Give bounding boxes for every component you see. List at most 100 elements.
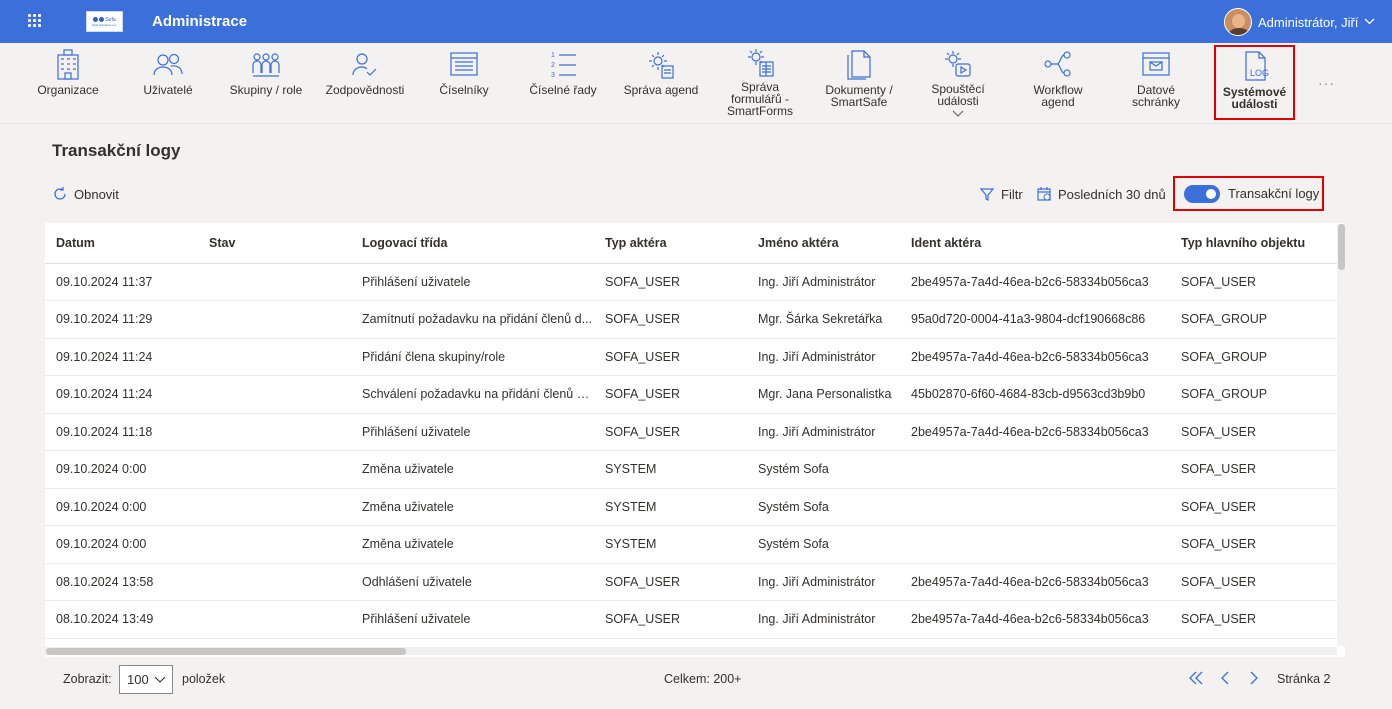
table-cell: SOFA_USER [1170,600,1345,639]
table-cell [900,450,1170,489]
column-header-stav[interactable]: Stav [198,223,351,264]
numbered-list-icon: 1 2 3 [551,52,576,79]
ribbon-sprava-formularu[interactable]: Správa formulářů - SmartForms [720,46,800,120]
ribbon-ciselniky[interactable]: Číselníky [426,47,502,121]
svg-text:2: 2 [551,62,555,69]
table-cell: 09.10.2024 11:24 [45,338,198,376]
table-cell [198,375,351,414]
toggle-switch[interactable] [1184,184,1220,203]
transaction-logs-toggle[interactable]: Transakční logy [1173,176,1324,211]
column-header-logovaci-trida[interactable]: Logovací třída [351,223,594,264]
ribbon-ciselne-rady[interactable]: 123 Číselné řady [520,47,606,121]
user-menu[interactable]: Administrátor, Jiří [1224,8,1375,36]
table-cell: 09.10.2024 0:00 [45,450,198,489]
logs-table: Datum Stav Logovací třída Typ aktéra Jmé… [45,223,1345,657]
horizontal-scrollbar[interactable] [45,647,1337,655]
column-header-typ-aktera[interactable]: Typ aktéra [594,223,747,264]
svg-text:3: 3 [551,72,555,79]
ribbon-spousteci-udalosti[interactable]: Spouštěcí události [920,48,996,122]
ribbon-uzivatele[interactable]: Uživatelé [130,47,206,121]
table-row[interactable]: 09.10.2024 0:00 Změna uživatele SYSTEM Syst… [45,488,1345,526]
ribbon-organizace[interactable]: Organizace [30,47,106,121]
ribbon-zodpovednosti[interactable]: Zodpovědnosti [320,47,410,121]
table-row[interactable]: 09.10.2024 11:24 Přidání člena skupiny/ro… [45,338,1345,376]
table-cell: SYSTEM [594,525,747,564]
gear-form-icon [748,49,774,77]
table-cell: SOFA_USER [594,600,747,639]
column-header-typ-hlavniho-objektu[interactable]: Typ hlavního objektu [1170,223,1345,264]
table-cell: SOFA_GROUP [1170,300,1345,339]
table-cell: SOFA_USER [1170,563,1345,601]
date-range-button[interactable]: Posledních 30 dnů [1036,186,1166,202]
table-cell: Přidání člena skupiny/role [351,338,594,376]
column-header-jmeno-aktera[interactable]: Jméno aktéra [747,223,900,264]
page-size-value: 100 [127,672,149,687]
table-cell: Ing. Jiří Administrátor [747,338,900,376]
date-range-label: Posledních 30 dnů [1058,186,1166,202]
table-row[interactable]: 09.10.2024 11:18 Přihlášení uživatele SOFA… [45,413,1345,451]
ribbon-systemove-udalosti[interactable]: LOG Systémové události [1214,45,1295,120]
table-cell [198,525,351,564]
table-cell [198,563,351,601]
refresh-button[interactable]: Obnovit [52,186,119,202]
table-row[interactable]: 09.10.2024 0:00 Změna uživatele SYSTEM Syst… [45,525,1345,564]
table-cell: Systém Sofa [747,450,900,489]
ribbon-workflow-agend[interactable]: Workflow agend [1020,47,1096,121]
table-cell: Změna uživatele [351,488,594,526]
app-title: Administrace [152,13,248,30]
page-indicator: Stránka 2 [1277,672,1331,686]
table-row[interactable]: 09.10.2024 11:24 Schválení požadavku na p… [45,375,1345,414]
table-cell: Přihlášení uživatele [351,600,594,639]
table-cell [900,525,1170,564]
app-launcher-icon[interactable] [28,14,42,28]
table-cell: SOFA_USER [1170,488,1345,526]
table-cell: 09.10.2024 11:29 [45,300,198,339]
table-cell: 09.10.2024 11:18 [45,413,198,451]
page-size-select[interactable]: 100 [119,665,173,694]
table-cell [198,600,351,639]
previous-page-icon[interactable] [1219,670,1231,686]
groups-icon [252,53,280,77]
table-row[interactable]: 08.10.2024 13:49 Přihlášení uživatele SOFA… [45,600,1345,639]
chevron-down-icon [952,110,964,117]
table-cell: SOFA_GROUP [1170,338,1345,376]
filter-button[interactable]: Filtr [979,186,1023,202]
ribbon-dokumenty[interactable]: Dokumenty / SmartSafe [818,47,900,121]
table-cell: SOFA_USER [594,563,747,601]
table-row[interactable]: 09.10.2024 11:29 Zamítnutí požadavku na p… [45,300,1345,339]
chevron-down-icon [1364,16,1375,28]
user-name: Administrátor, Jiří [1258,14,1359,30]
table-cell: SYSTEM [594,488,747,526]
first-page-icon[interactable] [1188,670,1204,686]
users-icon [153,53,183,76]
table-cell: SOFA_USER [594,338,747,376]
total-count: Celkem: 200+ [664,672,742,686]
table-cell: Mgr. Šárka Sekretářka [747,300,900,339]
vertical-scrollbar[interactable] [1337,224,1345,646]
table-cell: Změna uživatele [351,450,594,489]
ribbon-datove-schranky[interactable]: Datové schránky [1118,47,1194,121]
page-title: Transakční logy [52,141,181,160]
column-header-ident-aktera[interactable]: Ident aktéra [900,223,1170,264]
table-row[interactable]: 08.10.2024 13:58 Odhlášení uživatele SOFA_… [45,563,1345,601]
table-cell: 09.10.2024 11:24 [45,375,198,414]
table-row[interactable]: 09.10.2024 11:37 Přihlášení uživatele SOFA… [45,263,1345,301]
next-page-icon[interactable] [1248,670,1260,686]
table-cell: 09.10.2024 0:00 [45,488,198,526]
more-options-icon[interactable]: ··· [1318,75,1335,91]
svg-text:LOG: LOG [1250,68,1269,78]
ribbon-sprava-agend[interactable]: Správa agend [618,47,704,121]
table-cell: Schválení požadavku na přidání členů d..… [351,375,594,414]
table-cell: 09.10.2024 0:00 [45,525,198,564]
mailbox-icon [1142,52,1170,76]
table-cell: SYSTEM [594,450,747,489]
column-header-datum[interactable]: Datum [45,223,198,264]
table-cell [900,488,1170,526]
table-cell [198,338,351,376]
table-cell [198,488,351,526]
chevron-down-icon [154,676,166,683]
ribbon-skupiny-role[interactable]: Skupiny / role [224,47,308,121]
table-row[interactable]: 09.10.2024 0:00 Změna uživatele SYSTEM Syst… [45,450,1345,489]
table-cell: Odhlášení uživatele [351,563,594,601]
table-cell [198,413,351,451]
